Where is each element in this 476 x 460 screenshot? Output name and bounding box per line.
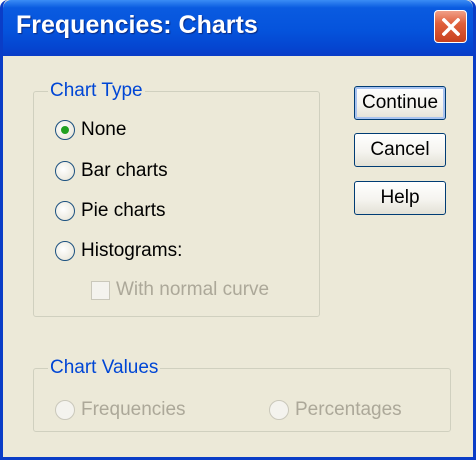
radio-pie-charts-label: Pie charts	[81, 200, 166, 221]
radio-frequencies: Frequencies	[55, 399, 186, 421]
radio-none[interactable]: None	[55, 119, 126, 141]
help-button[interactable]: Help	[354, 181, 446, 215]
title-bar[interactable]: Frequencies: Charts	[3, 0, 473, 56]
radio-pie-charts-button[interactable]	[55, 201, 75, 221]
with-normal-curve-checkbox: With normal curve	[91, 279, 269, 301]
close-button[interactable]	[434, 10, 467, 43]
radio-histograms-label: Histograms:	[81, 240, 183, 261]
radio-frequencies-button	[55, 400, 75, 420]
radio-percentages-button	[269, 400, 289, 420]
with-normal-curve-box	[91, 280, 110, 300]
radio-histograms-button[interactable]	[55, 241, 75, 261]
radio-frequencies-label: Frequencies	[81, 399, 186, 420]
chart-values-label: Chart Values	[48, 357, 161, 379]
continue-button[interactable]: Continue	[354, 86, 446, 120]
radio-none-button[interactable]	[55, 120, 75, 140]
close-icon	[442, 18, 460, 36]
radio-bar-charts-button[interactable]	[55, 161, 75, 181]
radio-pie-charts[interactable]: Pie charts	[55, 200, 165, 222]
radio-percentages-label: Percentages	[295, 399, 402, 420]
radio-none-label: None	[81, 119, 127, 140]
radio-bar-charts-label: Bar charts	[81, 160, 168, 181]
frequencies-charts-dialog: Frequencies: Charts Chart Type None Bar …	[0, 0, 476, 460]
with-normal-curve-label: With normal curve	[116, 279, 270, 300]
radio-bar-charts[interactable]: Bar charts	[55, 160, 168, 182]
radio-percentages: Percentages	[269, 399, 402, 421]
radio-histograms[interactable]: Histograms:	[55, 240, 182, 262]
window-title: Frequencies: Charts	[16, 11, 258, 39]
chart-type-label: Chart Type	[48, 80, 145, 102]
cancel-button[interactable]: Cancel	[354, 133, 446, 167]
